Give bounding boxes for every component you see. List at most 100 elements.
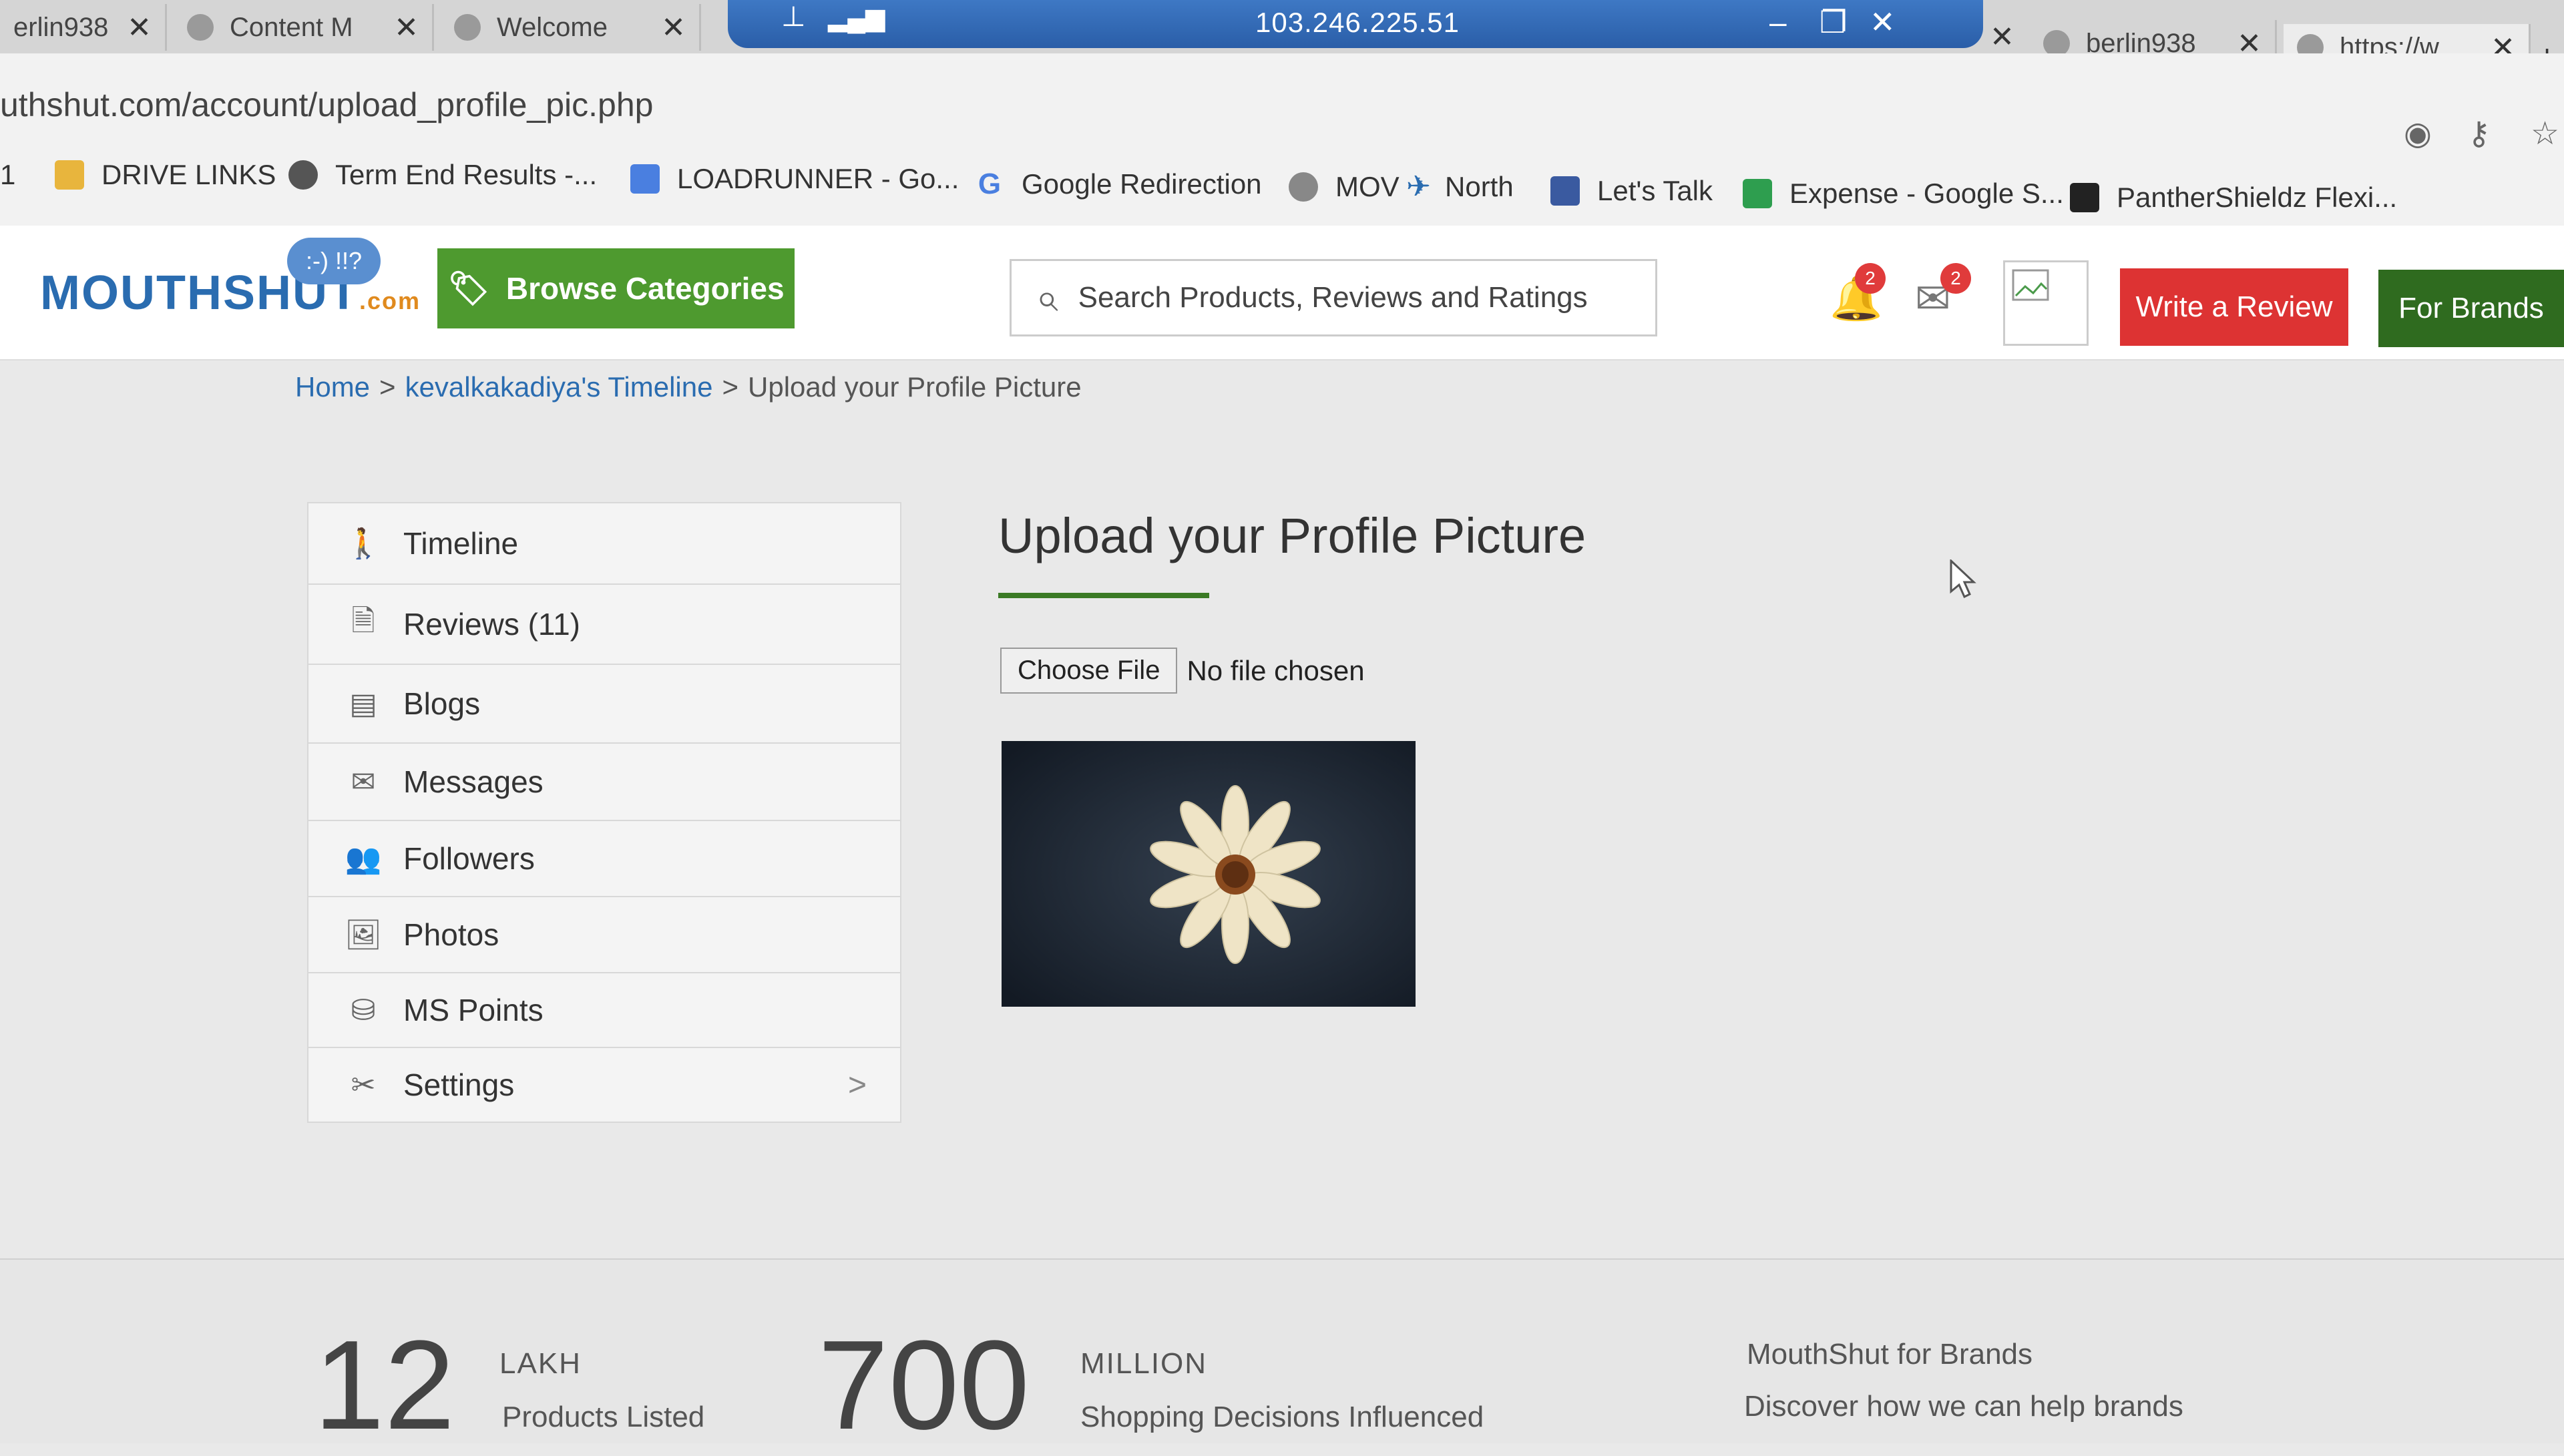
- close-icon[interactable]: ✕: [1990, 20, 2014, 54]
- browser-tab[interactable]: erlin938 ✕: [0, 4, 167, 51]
- sidebar-item-label: MS Points: [403, 993, 544, 1027]
- sidebar-item-label: Messages: [403, 764, 544, 799]
- sidebar-item-blogs[interactable]: ▤ Blogs: [307, 665, 901, 744]
- account-sidebar: 🚶 Timeline 🗎 Reviews (11) ▤ Blogs ✉ Mess…: [307, 502, 901, 1123]
- plane-icon: ✈: [1406, 170, 1431, 203]
- bookmark-label: North: [1445, 171, 1514, 202]
- key-icon[interactable]: ⚷: [2467, 115, 2491, 152]
- bookmark-item[interactable]: Term End Results -...: [288, 159, 597, 191]
- bookmark-label: 1: [0, 159, 16, 190]
- breadcrumb-separator: >: [722, 371, 739, 403]
- breadcrumb-home-link[interactable]: Home: [295, 371, 370, 403]
- url-field[interactable]: uthshut.com/account/upload_profile_pic.p…: [0, 85, 653, 124]
- sidebar-item-settings[interactable]: ✂ Settings >: [307, 1048, 901, 1123]
- signal-strength-icon: ▂▄▆: [828, 4, 885, 32]
- for-brands-button[interactable]: For Brands: [2378, 270, 2564, 347]
- bookmark-item[interactable]: 1: [0, 159, 15, 191]
- tab-title: Welcome: [497, 12, 608, 42]
- folder-icon: [55, 160, 84, 190]
- file-upload-field: Choose File No file chosen: [1000, 648, 1365, 694]
- bookmark-item[interactable]: PantherShieldz Flexi...: [2070, 182, 2397, 214]
- globe-favicon-icon: [454, 14, 481, 41]
- file-status-text: No file chosen: [1187, 654, 1365, 686]
- notification-badge: 2: [1855, 263, 1886, 294]
- sidebar-item-label: Reviews (11): [403, 607, 580, 642]
- coins-icon: ⛁: [351, 993, 376, 1027]
- browse-categories-button[interactable]: 🏷 Browse Categories: [437, 248, 795, 328]
- walker-icon: 🚶: [345, 527, 382, 560]
- blog-icon: ▤: [349, 687, 377, 720]
- sidebar-item-messages[interactable]: ✉ Messages: [307, 744, 901, 821]
- extension-icon[interactable]: ◉: [2404, 115, 2432, 152]
- close-icon[interactable]: ✕: [1870, 4, 1896, 40]
- logo-suffix: .com: [359, 287, 421, 314]
- profile-picture-preview: [1002, 741, 1416, 1007]
- brands-heading[interactable]: MouthShut for Brands: [1747, 1338, 2033, 1371]
- close-icon[interactable]: ✕: [661, 11, 686, 45]
- tag-icon: 🏷: [447, 269, 490, 307]
- bookmark-label: LOADRUNNER - Go...: [677, 163, 959, 194]
- bookmark-item[interactable]: ✈ North: [1406, 171, 1514, 203]
- bookmark-star-icon[interactable]: ☆: [2531, 115, 2559, 152]
- search-input[interactable]: [1076, 280, 1614, 315]
- app-icon: [1550, 176, 1580, 206]
- sidebar-item-label: Followers: [403, 841, 535, 876]
- bookmark-item[interactable]: G Google Redirection: [975, 168, 1262, 200]
- mouthshut-favicon-icon: [187, 14, 214, 41]
- stat-products-desc: Products Listed: [502, 1401, 705, 1433]
- browse-categories-label: Browse Categories: [505, 271, 785, 306]
- bookmark-label: DRIVE LINKS: [101, 159, 276, 190]
- sidebar-item-photos[interactable]: 🖼 Photos: [307, 897, 901, 973]
- image-icon: 🖼: [345, 919, 382, 951]
- bookmark-label: MOV: [1335, 171, 1400, 202]
- mouse-cursor-icon: [1950, 559, 1976, 599]
- sidebar-item-timeline[interactable]: 🚶 Timeline: [307, 502, 901, 585]
- stat-decisions-unit: MILLION: [1080, 1347, 1208, 1380]
- bookmark-label: Google Redirection: [1022, 168, 1262, 200]
- remote-desktop-bar: ⊥ ▂▄▆ 103.246.225.51 – ❐ ✕: [728, 0, 1983, 48]
- sidebar-item-label: Settings: [403, 1067, 515, 1102]
- mouthshut-favicon-icon: [2043, 30, 2070, 57]
- flower-photo: [1002, 741, 1416, 1007]
- close-icon[interactable]: ✕: [394, 11, 419, 45]
- breadcrumb-timeline-link[interactable]: kevalkakadiya's Timeline: [405, 371, 713, 403]
- bookmark-label: Let's Talk: [1597, 175, 1713, 206]
- tab-title: Content M: [230, 12, 353, 42]
- site-search[interactable]: ⌕: [1010, 259, 1657, 336]
- write-review-button[interactable]: Write a Review: [2120, 268, 2348, 346]
- sidebar-item-label: Timeline: [403, 526, 519, 561]
- pin-icon[interactable]: ⊥: [781, 0, 806, 33]
- users-icon: 👥: [345, 842, 382, 875]
- minimize-icon[interactable]: –: [1769, 4, 1787, 40]
- bookmark-label: Term End Results -...: [335, 159, 598, 190]
- search-icon[interactable]: ⌕: [1036, 274, 1058, 321]
- document-icon: 🗎: [351, 604, 375, 638]
- close-icon[interactable]: ✕: [127, 11, 152, 45]
- bookmark-label: Expense - Google S...: [1789, 178, 2064, 209]
- bookmark-item[interactable]: LOADRUNNER - Go...: [630, 163, 959, 195]
- panther-icon: [2070, 183, 2099, 212]
- tools-icon: ✂: [351, 1068, 376, 1102]
- stat-decisions-desc: Shopping Decisions Influenced: [1080, 1401, 1484, 1433]
- browser-tab[interactable]: Content M ✕: [174, 4, 434, 51]
- docs-icon: [630, 164, 660, 194]
- sidebar-item-ms-points[interactable]: ⛁ MS Points: [307, 973, 901, 1048]
- restore-icon[interactable]: ❐: [1820, 4, 1847, 40]
- broken-image-icon: [2012, 269, 2049, 301]
- tab-title: erlin938: [13, 12, 109, 42]
- sidebar-item-followers[interactable]: 👥 Followers: [307, 821, 901, 897]
- browser-tab[interactable]: Welcome ✕: [441, 4, 701, 51]
- bookmark-item[interactable]: Expense - Google S...: [1743, 178, 2064, 210]
- bookmark-item[interactable]: Let's Talk: [1550, 175, 1713, 207]
- breadcrumb-separator: >: [379, 371, 396, 403]
- sidebar-item-reviews[interactable]: 🗎 Reviews (11): [307, 585, 901, 665]
- chevron-right-icon: >: [847, 1067, 867, 1103]
- choose-file-button[interactable]: Choose File: [1000, 648, 1178, 694]
- bookmark-item[interactable]: DRIVE LINKS: [55, 159, 276, 191]
- bookmark-item[interactable]: MOV: [1289, 171, 1400, 203]
- sidebar-item-label: Blogs: [403, 686, 481, 721]
- avatar[interactable]: [2003, 260, 2089, 346]
- stat-products-number: 12: [314, 1314, 455, 1456]
- brands-subtext[interactable]: Discover how we can help brands: [1744, 1390, 2183, 1423]
- envelope-icon: ✉: [351, 765, 376, 798]
